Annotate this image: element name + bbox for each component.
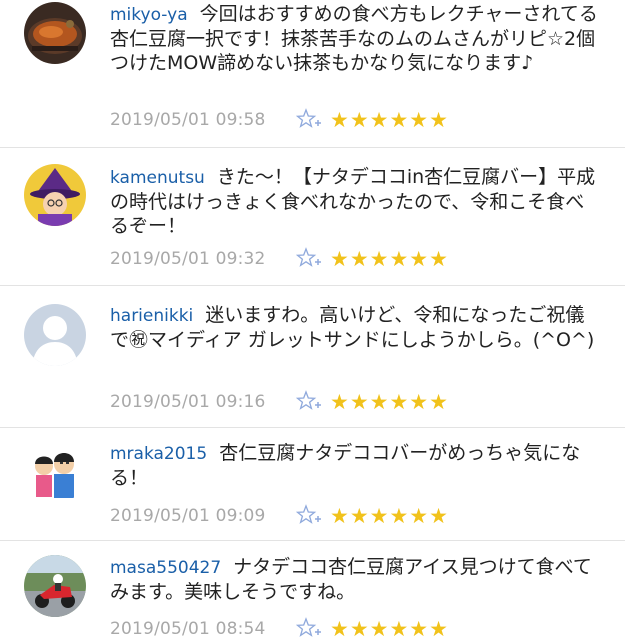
username-link[interactable]: masa550427 [110,558,221,578]
avatar[interactable] [24,442,86,504]
food-photo-icon [24,2,86,64]
avatar[interactable] [24,555,86,617]
timestamp: 2019/05/01 09:32 [110,249,266,269]
rating-stars: ★★★★★★ [330,390,449,414]
comment-text: harienikki 迷いますわ。高いけど、令和になったご祝儀で㊗マイディア ガレ… [110,303,603,352]
username-link[interactable]: mikyo-ya [110,5,188,25]
comment-list: mikyo-ya 今回はおすすめの食べ方もレクチャーされてる杏仁豆腐一択です！抹茶… [0,0,625,641]
rating-stars: ★★★★★★ [330,108,449,132]
username-link[interactable]: mraka2015 [110,444,207,464]
comment-item: harienikki 迷いますわ。高いけど、令和になったご祝儀で㊗マイディア ガレ… [0,286,625,428]
comment-text: kamenutsu きた〜！【ナタデココin杏仁豆腐バー】平成の時代はけっきょく食… [110,165,603,238]
rating-stars: ★★★★★★ [330,247,449,271]
avatar[interactable] [24,2,86,64]
timestamp: 2019/05/01 09:58 [110,110,266,130]
comment-text: mraka2015 杏仁豆腐ナタデココバーがめっちゃ気になる！ [110,441,603,490]
comment-text: masa550427 ナタデココ杏仁豆腐アイス見つけて食べてみます。美味しそうです… [110,555,603,604]
comment-text: mikyo-ya 今回はおすすめの食べ方もレクチャーされてる杏仁豆腐一択です！抹茶… [110,2,603,75]
family-illustration-icon [24,442,86,504]
timestamp: 2019/05/01 09:16 [110,392,266,412]
username-link[interactable]: harienikki [110,306,193,326]
avatar[interactable] [24,304,86,366]
timestamp: 2019/05/01 08:54 [110,619,266,639]
comment-item: masa550427 ナタデココ杏仁豆腐アイス見つけて食べてみます。美味しそうです… [0,541,625,641]
star-plus-icon[interactable] [296,108,322,130]
timestamp: 2019/05/01 09:09 [110,506,266,526]
comment-item: mraka2015 杏仁豆腐ナタデココバーがめっちゃ気になる！ 2019/05/0… [0,428,625,541]
motorbike-photo-icon [24,555,86,617]
default-person-icon [24,304,86,366]
star-plus-icon[interactable] [296,390,322,412]
star-plus-icon[interactable] [296,247,322,269]
comment-item: mikyo-ya 今回はおすすめの食べ方もレクチャーされてる杏仁豆腐一択です！抹茶… [0,0,625,148]
rating-stars: ★★★★★★ [330,617,449,641]
star-plus-icon[interactable] [296,504,322,526]
star-plus-icon[interactable] [296,617,322,639]
avatar[interactable] [24,164,86,226]
rating-stars: ★★★★★★ [330,504,449,528]
witch-illustration-icon [24,164,86,226]
username-link[interactable]: kamenutsu [110,168,205,188]
comment-item: kamenutsu きた〜！【ナタデココin杏仁豆腐バー】平成の時代はけっきょく食… [0,148,625,286]
